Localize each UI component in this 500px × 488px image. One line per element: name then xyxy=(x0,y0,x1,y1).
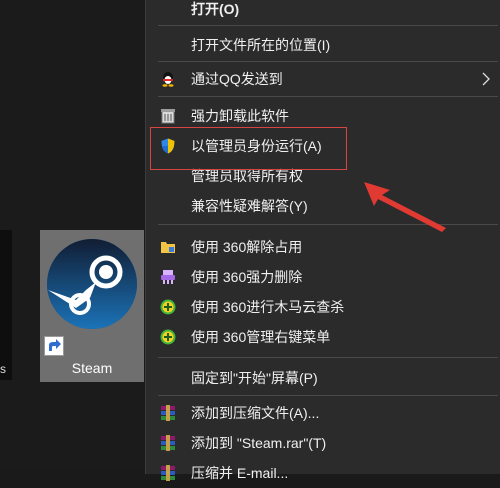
menu-separator xyxy=(158,25,498,26)
winrar-icon xyxy=(161,435,175,451)
steam-desktop-shortcut[interactable]: Steam xyxy=(40,230,144,382)
qq-penguin-icon xyxy=(162,72,174,87)
context-menu: 打开(O) 打开文件所在的位置(I) 通过QQ发送到 强力卸载此软件 以管理员身… xyxy=(145,0,500,481)
desktop-icon-label: Steam xyxy=(71,360,113,376)
steam-icon xyxy=(47,239,137,329)
menu-item-360-force-delete[interactable]: 使用 360强力删除 xyxy=(146,262,500,292)
menu-item-label: 兼容性疑难解答(Y) xyxy=(191,198,308,214)
desktop-partial-label: s xyxy=(0,362,6,376)
menu-item-label: 打开文件所在的位置(I) xyxy=(191,37,331,53)
menu-item-add-to-steam-rar[interactable]: 添加到 "Steam.rar"(T) xyxy=(146,428,500,458)
shortcut-arrow-icon xyxy=(44,336,64,356)
menu-item-360-unlock[interactable]: 使用 360解除占用 xyxy=(146,232,500,262)
menu-item-send-via-qq[interactable]: 通过QQ发送到 xyxy=(146,64,500,94)
menu-item-360-trojan-scan[interactable]: 使用 360进行木马云查杀 xyxy=(146,292,500,322)
chevron-right-icon xyxy=(482,72,490,86)
menu-item-label: 压缩并 E-mail... xyxy=(191,465,289,481)
360-plus-icon xyxy=(160,299,176,315)
annotation-arrow-icon xyxy=(364,182,446,232)
menu-item-open[interactable]: 打开(O) xyxy=(146,0,500,24)
desktop-dark-tile xyxy=(0,230,12,380)
menu-item-add-to-archive[interactable]: 添加到压缩文件(A)... xyxy=(146,398,500,428)
annotation-highlight-box xyxy=(150,127,347,170)
menu-separator xyxy=(158,357,498,358)
folder-unlock-icon xyxy=(161,242,175,253)
menu-item-label: 使用 360进行木马云查杀 xyxy=(191,299,345,315)
menu-separator xyxy=(158,96,498,97)
360-plus-icon xyxy=(160,329,176,345)
uninstall-icon xyxy=(161,109,175,124)
menu-item-label: 固定到"开始"屏幕(P) xyxy=(191,370,318,386)
menu-item-compress-and-email[interactable]: 压缩并 E-mail... xyxy=(146,458,500,488)
shredder-icon xyxy=(161,270,175,284)
menu-item-label: 使用 360强力删除 xyxy=(191,269,303,285)
menu-item-label: 打开(O) xyxy=(191,1,240,17)
menu-item-open-file-location[interactable]: 打开文件所在的位置(I) xyxy=(146,30,500,60)
menu-item-label: 使用 360解除占用 xyxy=(191,239,303,255)
winrar-icon xyxy=(161,405,175,421)
menu-item-360-manage-menu[interactable]: 使用 360管理右键菜单 xyxy=(146,322,500,352)
winrar-icon xyxy=(161,465,175,481)
menu-item-pin-to-start[interactable]: 固定到"开始"屏幕(P) xyxy=(146,363,500,393)
menu-separator xyxy=(158,395,498,396)
menu-item-label: 使用 360管理右键菜单 xyxy=(191,329,331,345)
menu-item-label: 添加到 "Steam.rar"(T) xyxy=(191,435,327,451)
menu-item-label: 通过QQ发送到 xyxy=(191,71,283,87)
menu-separator xyxy=(158,61,498,62)
menu-item-label: 添加到压缩文件(A)... xyxy=(191,405,320,421)
